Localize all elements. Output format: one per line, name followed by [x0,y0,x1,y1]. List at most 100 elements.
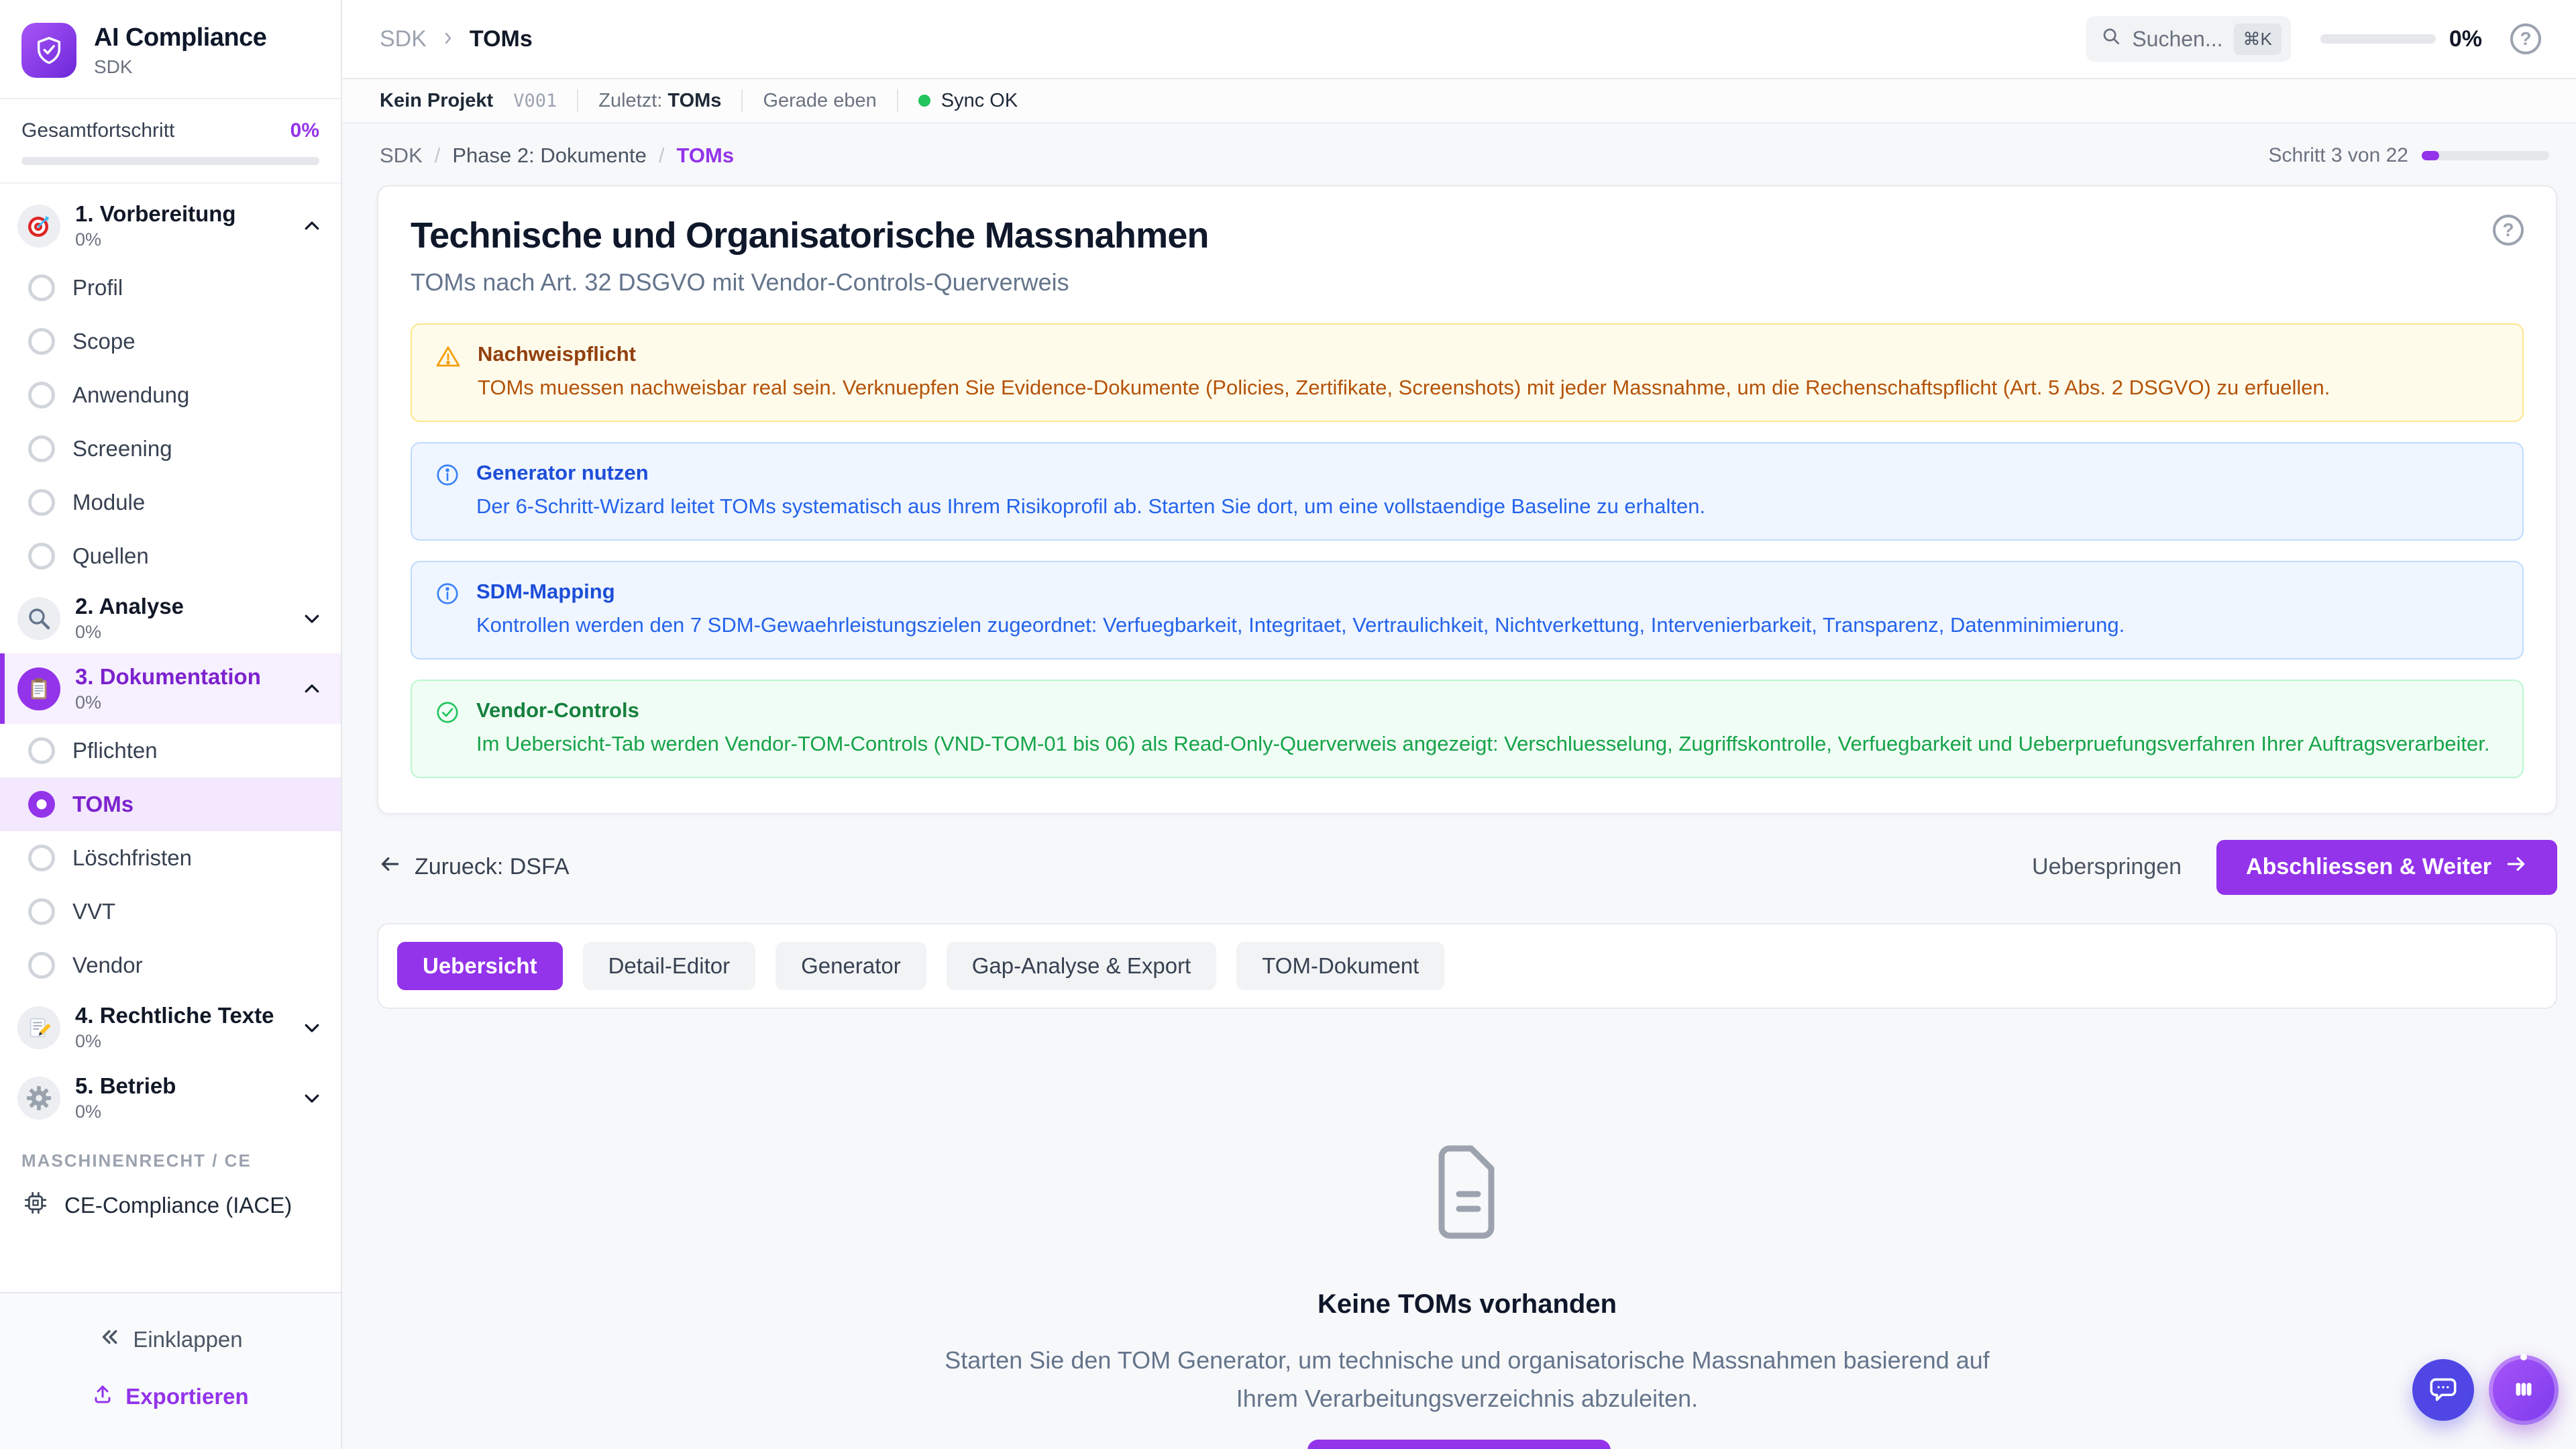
upload-icon [92,1383,113,1410]
radio-icon [28,328,55,355]
back-button[interactable]: Zurueck: DSFA [377,851,570,883]
target-icon [17,205,60,248]
header-progress-value: 0% [2449,26,2482,52]
section-percent: 0% [75,1031,274,1052]
arrow-right-icon [2505,853,2528,881]
sidebar-section-betrieb[interactable]: 5. Betrieb 0% [0,1063,341,1133]
chat-button[interactable] [2412,1359,2474,1421]
sidebar: AI Compliance SDK Gesamtfortschritt 0% 1… [0,0,342,1449]
chevron-up-icon [302,679,322,699]
chevron-up-icon [302,216,322,236]
wizard-breadcrumb: SDK / Phase 2: Dokumente / TOMs [380,144,734,168]
sidebar-group-maschinenrecht: MASCHINENRECHT / CE [0,1150,341,1171]
status-updated: Gerade eben [763,90,876,112]
section-percent: 0% [75,229,236,250]
radio-icon [28,382,55,409]
wizard-crumb-phase[interactable]: Phase 2: Dokumente [452,144,647,168]
tab-detail-editor[interactable]: Detail-Editor [583,942,756,990]
sync-status-icon [918,95,930,107]
toms-card: Technische und Organisatorische Massnahm… [377,185,2557,814]
radio-icon [28,489,55,516]
double-chevron-left-icon [98,1326,121,1354]
overall-progress-value: 0% [290,119,319,142]
info-circle-icon [435,581,460,641]
sidebar-section-rechtliche-texte[interactable]: 4. Rechtliche Texte 0% [0,992,341,1063]
sidebar-section-analyse[interactable]: 2. Analyse 0% [0,583,341,653]
main-area: SDK TOMs Suchen... ⌘K 0% ? Kein Projekt … [342,0,2576,1449]
overall-progress-label: Gesamtfortschritt [21,119,174,142]
notice-generator-nutzen: Generator nutzenDer 6-Schritt-Wizard lei… [411,442,2524,541]
tab-gap-analyse-export[interactable]: Gap-Analyse & Export [947,942,1217,990]
tab-generator[interactable]: Generator [775,942,926,990]
sidebar-item-vendor[interactable]: Vendor [0,938,341,992]
sidebar-item-vvt[interactable]: VVT [0,885,341,938]
overall-progress: Gesamtfortschritt 0% [0,99,341,184]
status-last-value: TOMs [667,90,721,111]
sidebar-item-screening[interactable]: Screening [0,422,341,476]
search-input[interactable]: Suchen... ⌘K [2086,16,2291,62]
radio-checked-icon [28,791,55,818]
card-help-icon[interactable]: ? [2493,215,2524,246]
arrow-left-icon [377,851,402,883]
sidebar-footer: Einklappen Exportieren [0,1292,341,1449]
check-circle-icon [435,700,460,759]
skip-button[interactable]: Ueberspringen [2032,854,2182,880]
sidebar-nav: 1. Vorbereitung 0% Profil Scope Anwendun… [0,184,341,1292]
status-bar: Kein Projekt V001 Zuletzt: TOMs Gerade e… [342,79,2576,123]
sidebar-section-dokumentation[interactable]: 3. Dokumentation 0% [0,653,341,724]
tab-uebersicht[interactable]: Uebersicht [397,942,563,990]
wizard-action-row: Zurueck: DSFA Ueberspringen Abschliessen… [377,840,2557,895]
chevron-down-icon [302,1088,322,1108]
sync-status-label: Sync OK [941,90,1018,112]
divider [577,89,578,112]
chip-icon [21,1189,50,1222]
notice-nachweispflicht: NachweispflichtTOMs muessen nachweisbar … [411,323,2524,422]
search-shortcut-badge: ⌘K [2234,23,2282,55]
export-button[interactable]: Exportieren [72,1371,268,1422]
radio-icon [28,737,55,764]
columns-panel-button[interactable] [2489,1355,2559,1425]
sidebar-item-module[interactable]: Module [0,476,341,529]
empty-state-body: Starten Sie den TOM Generator, um techni… [944,1341,1990,1418]
notice-list: NachweispflichtTOMs muessen nachweisbar … [411,323,2524,778]
breadcrumb: SDK TOMs [380,26,533,52]
sidebar-item-profil[interactable]: Profil [0,261,341,315]
start-generator-button[interactable] [1307,1440,1611,1449]
wizard-crumb-sdk[interactable]: SDK [380,144,423,168]
sidebar-item-quellen[interactable]: Quellen [0,529,341,583]
section-percent: 0% [75,692,261,713]
notice-sdm-mapping: SDM-MappingKontrollen werden den 7 SDM-G… [411,561,2524,659]
sidebar-item-anwendung[interactable]: Anwendung [0,368,341,422]
breadcrumb-current: TOMs [470,26,533,52]
sidebar-item-pflichten[interactable]: Pflichten [0,724,341,777]
breadcrumb-root[interactable]: SDK [380,26,427,52]
radio-icon [28,435,55,462]
tab-bar: Uebersicht Detail-Editor Generator Gap-A… [377,923,2557,1009]
sidebar-item-toms[interactable]: TOMs [0,777,341,831]
radio-icon [28,274,55,301]
status-project: Kein Projekt [380,90,493,112]
top-header: SDK TOMs Suchen... ⌘K 0% ? [342,0,2576,79]
app-root: AI Compliance SDK Gesamtfortschritt 0% 1… [0,0,2576,1449]
app-subtitle: SDK [94,56,266,78]
radio-icon [28,898,55,925]
wizard-step-label: Schritt 3 von 22 [2269,144,2408,167]
complete-next-button[interactable]: Abschliessen & Weiter [2216,840,2557,895]
chat-bubble-icon [2426,1373,2460,1408]
shield-check-icon [21,23,76,78]
tab-tom-dokument[interactable]: TOM-Dokument [1236,942,1444,990]
divider [897,89,898,112]
empty-state: Keine TOMs vorhanden Starten Sie den TOM… [377,1142,2557,1418]
magnifier-icon [17,597,60,640]
section-percent: 0% [75,622,184,643]
sidebar-item-ce-compliance[interactable]: CE-Compliance (IACE) [0,1171,341,1240]
divider [741,89,743,112]
help-icon[interactable]: ? [2510,23,2541,54]
page-title: Technische und Organisatorische Massnahm… [411,215,2493,256]
chevron-down-icon [302,1018,322,1038]
collapse-sidebar-button[interactable]: Einklappen [78,1313,262,1366]
page-subtitle: TOMs nach Art. 32 DSGVO mit Vendor-Contr… [411,268,2493,297]
sidebar-item-scope[interactable]: Scope [0,315,341,368]
sidebar-item-loeschfristen[interactable]: Löschfristen [0,831,341,885]
sidebar-section-vorbereitung[interactable]: 1. Vorbereitung 0% [0,191,341,261]
